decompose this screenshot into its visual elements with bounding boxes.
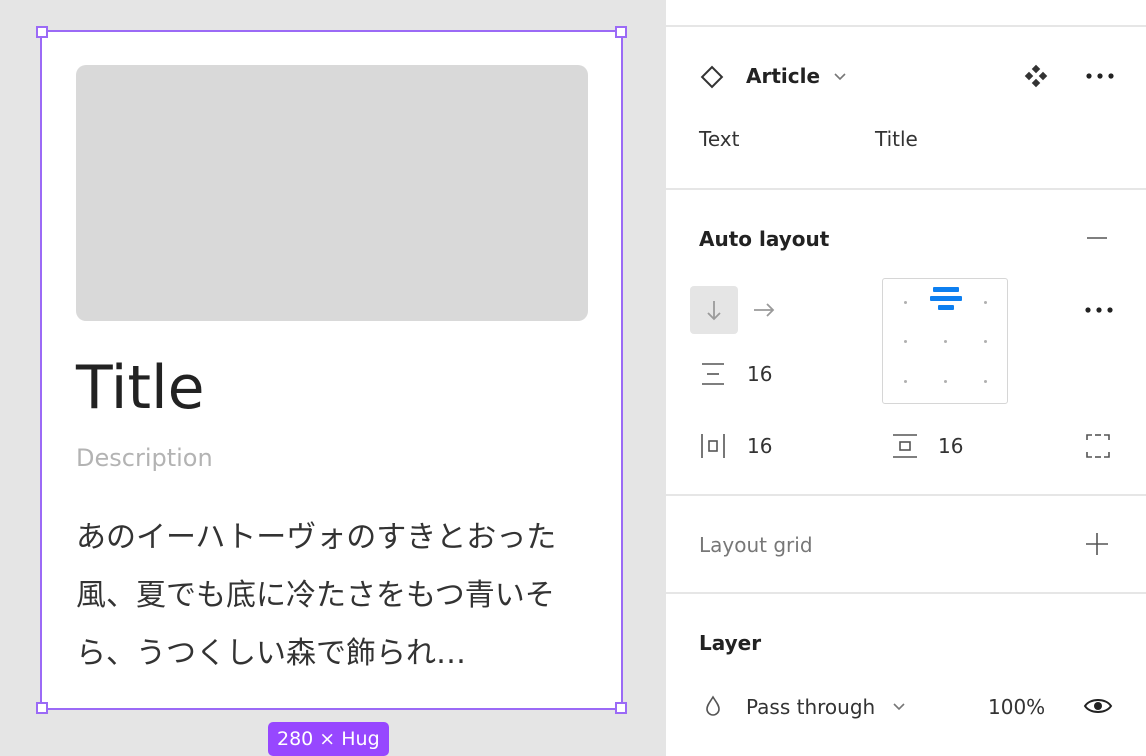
align-dot[interactable]: [904, 340, 907, 343]
align-dot[interactable]: [944, 340, 947, 343]
resize-handle-bottom-left[interactable]: [36, 702, 48, 714]
divider: [666, 25, 1146, 27]
individual-padding-icon[interactable]: [1085, 433, 1111, 459]
opacity-value[interactable]: 100%: [988, 695, 1045, 719]
align-dot[interactable]: [944, 380, 947, 383]
gap-value[interactable]: 16: [747, 362, 772, 386]
resize-handle-top-right[interactable]: [615, 26, 627, 38]
size-badge: 280 × Hug: [268, 722, 389, 756]
arrow-right-icon[interactable]: [750, 298, 778, 322]
card-body-text[interactable]: あのイーハトーヴォのすきとおった風、夏でも底に冷たさをもつ青いそら、うつくしい森…: [76, 509, 588, 683]
vertical-padding-value[interactable]: 16: [938, 434, 963, 458]
direction-vertical-button[interactable]: [690, 286, 738, 334]
divider: [666, 494, 1146, 496]
component-set-icon[interactable]: [1024, 64, 1048, 88]
card-title[interactable]: Title: [76, 350, 205, 426]
layout-grid-heading: Layout grid: [699, 533, 813, 557]
horizontal-padding-value[interactable]: 16: [747, 434, 772, 458]
resize-handle-bottom-right[interactable]: [615, 702, 627, 714]
align-dot[interactable]: [984, 301, 987, 304]
layer-heading: Layer: [699, 631, 762, 655]
blend-mode-select[interactable]: Pass through: [746, 695, 875, 719]
align-dot[interactable]: [904, 301, 907, 304]
text-property-value[interactable]: Title: [875, 127, 918, 151]
eye-icon[interactable]: [1083, 694, 1113, 718]
auto-layout-heading: Auto layout: [699, 227, 830, 251]
align-top-center-indicator[interactable]: [929, 286, 963, 320]
blend-drop-icon: [706, 695, 720, 716]
component-diamond-icon: [700, 65, 724, 89]
align-dot[interactable]: [904, 380, 907, 383]
vertical-gap-icon: [702, 363, 724, 385]
chevron-down-icon[interactable]: [892, 700, 906, 714]
divider: [666, 592, 1146, 594]
align-dot[interactable]: [984, 380, 987, 383]
align-dot[interactable]: [984, 340, 987, 343]
divider: [666, 188, 1146, 190]
alignment-grid[interactable]: [882, 278, 1008, 404]
component-name[interactable]: Article: [746, 64, 820, 88]
more-icon[interactable]: [1084, 70, 1116, 82]
minus-icon[interactable]: [1085, 226, 1109, 250]
article-card-frame[interactable]: Title Description あのイーハトーヴォのすきとおった風、夏でも底…: [42, 32, 621, 708]
resize-handle-top-left[interactable]: [36, 26, 48, 38]
more-icon[interactable]: [1083, 304, 1115, 316]
chevron-down-icon[interactable]: [833, 70, 847, 84]
image-placeholder[interactable]: [76, 65, 588, 321]
properties-panel: Article Text Title Auto layout 16 16 16 …: [666, 0, 1146, 756]
card-description[interactable]: Description: [76, 440, 213, 476]
design-canvas[interactable]: Title Description あのイーハトーヴォのすきとおった風、夏でも底…: [0, 0, 666, 756]
plus-icon[interactable]: [1084, 531, 1110, 557]
horizontal-padding-icon: [701, 434, 725, 458]
text-property-label: Text: [699, 127, 740, 151]
vertical-padding-icon: [893, 434, 917, 458]
arrow-down-icon: [707, 301, 721, 321]
